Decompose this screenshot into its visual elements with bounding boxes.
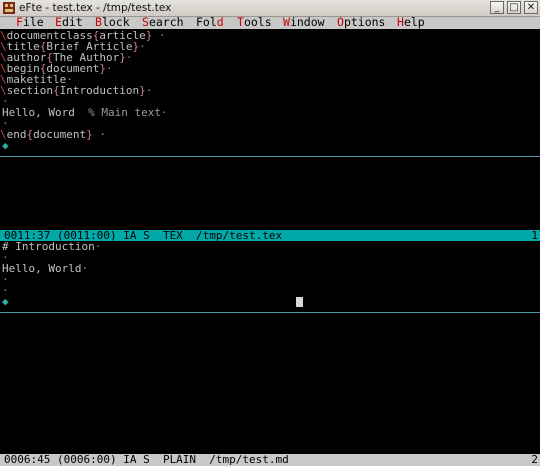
menu-window[interactable]: Window — [283, 16, 325, 29]
pane-divider — [0, 156, 540, 157]
menu-tools[interactable]: Tools — [237, 16, 272, 29]
window-title: eFte - test.tex - /tmp/test.tex — [19, 2, 172, 14]
code-line: Hello, Word % Main text· — [2, 106, 168, 119]
menu-edit[interactable]: Edit — [55, 16, 83, 29]
status-line-md: 0006:45 (0006:00) IA S PLAIN /tmp/test.m… — [0, 454, 540, 466]
window-number: 1 — [531, 229, 538, 242]
text-cursor — [296, 297, 303, 307]
close-button[interactable]: ✕ — [524, 1, 538, 14]
menu-fold[interactable]: Fold — [196, 16, 224, 29]
menu-help[interactable]: Help — [397, 16, 425, 29]
pane-divider — [0, 312, 540, 313]
editor-pane-md[interactable]: # Introduction· · Hello, World· · · ◆ — [0, 241, 540, 454]
minimize-button[interactable]: _ — [490, 1, 504, 14]
menu-file[interactable]: File — [16, 16, 44, 29]
code-line: \end{document} · — [0, 128, 106, 141]
status-text: 0006:45 (0006:00) IA S PLAIN /tmp/test.m… — [4, 453, 289, 466]
menu-bar: File Edit Block Search Fold Tools Window… — [0, 16, 540, 29]
app-icon — [3, 2, 15, 14]
window-number: 2 — [531, 453, 538, 466]
menu-search[interactable]: Search — [142, 16, 184, 29]
menu-block[interactable]: Block — [95, 16, 130, 29]
efte-window: eFte - test.tex - /tmp/test.tex _ □ ✕ Fi… — [0, 0, 540, 466]
eof-marker-icon: ◆ — [2, 139, 9, 152]
code-line: # Introduction· — [2, 240, 102, 253]
code-line: \section{Introduction}· — [0, 84, 153, 97]
eof-marker-icon: ◆ — [2, 295, 9, 308]
menu-options[interactable]: Options — [337, 16, 385, 29]
editor-pane-tex[interactable]: \documentclass{article} · \title{Brief A… — [0, 29, 540, 230]
code-line: Hello, World· — [2, 262, 89, 275]
maximize-button[interactable]: □ — [507, 1, 521, 14]
